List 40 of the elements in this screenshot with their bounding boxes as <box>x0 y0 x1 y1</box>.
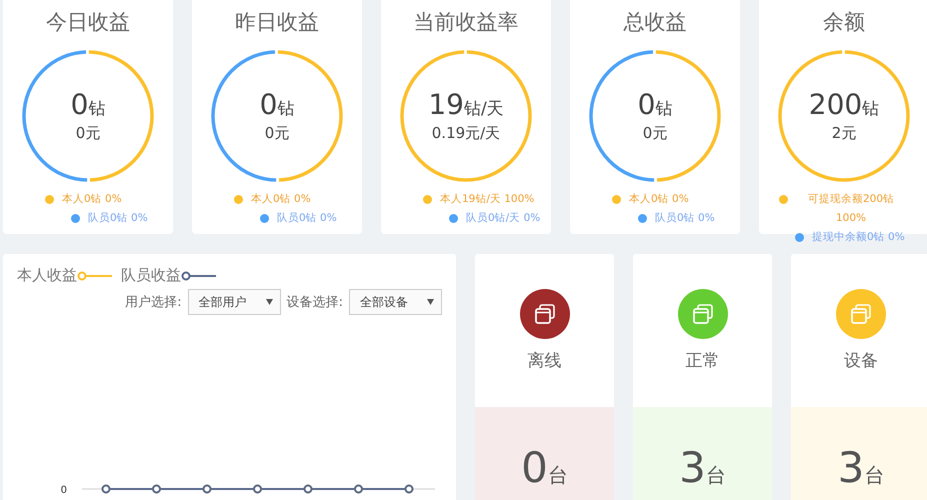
ring-value: 0钻 <box>70 90 106 122</box>
caret-icon <box>427 299 435 305</box>
legend-text: 可提现余额200钻 100% <box>806 192 896 226</box>
device-count: 3 台 <box>838 443 884 494</box>
ring-value: 200钻 <box>808 90 880 122</box>
select-field[interactable]: 全部设备 <box>349 289 442 315</box>
device-label: 离线 <box>528 350 562 372</box>
legend-label: 队员收益 <box>121 266 181 285</box>
device-label: 设备 <box>844 350 878 372</box>
ring-value: 19钻/天 <box>428 90 504 122</box>
card-title: 总收益 <box>624 9 686 36</box>
ring-subvalue: 2元 <box>832 124 856 142</box>
legend-text: 提现中余额0钻 0% <box>812 230 905 245</box>
filter-label: 设备选择: <box>286 294 343 311</box>
device-count: 0 台 <box>521 443 568 494</box>
card-title: 余额 <box>823 9 865 36</box>
legend-text: 本人0钻 0% <box>251 192 311 207</box>
legend-label: 本人收益 <box>17 266 77 285</box>
card-title: 当前收益率 <box>414 9 518 36</box>
caret-icon <box>266 299 274 305</box>
legend-text: 本人0钻 0% <box>629 192 689 207</box>
select-field[interactable]: 全部用户 <box>188 289 281 315</box>
card-title: 今日收益 <box>46 9 130 36</box>
legend-text: 队员0钻 0% <box>277 211 337 226</box>
device-count: 3 台 <box>679 443 726 494</box>
ring-subvalue: 0元 <box>642 124 668 142</box>
legend-text: 本人0钻 0% <box>62 192 122 207</box>
device-label: 正常 <box>686 350 720 372</box>
card-title: 昨日收益 <box>235 9 319 36</box>
legend-text: 队员0钻 0% <box>88 211 148 226</box>
ring-subvalue: 0元 <box>264 124 290 142</box>
legend-text: 队员0钻 0% <box>655 211 715 226</box>
axis-label: 0 <box>60 485 67 496</box>
ring-value: 0钻 <box>260 90 294 122</box>
ring-subvalue: 0元 <box>76 124 100 142</box>
legend-text: 队员0钻/天 0% <box>466 211 540 226</box>
ring-value: 0钻 <box>638 90 672 122</box>
ring-subvalue: 0.19元/天 <box>432 124 500 142</box>
filter-label: 用户选择: <box>125 294 182 311</box>
legend-text: 本人19钻/天 100% <box>440 192 534 207</box>
